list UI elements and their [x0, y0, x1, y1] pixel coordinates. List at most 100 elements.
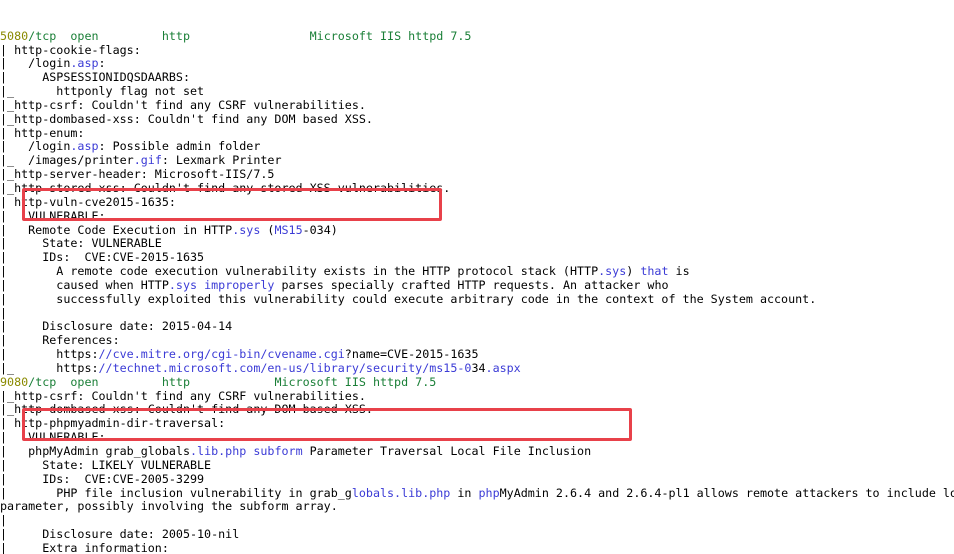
terminal-line: | ASPSESSIONIDQSDAARBS:	[0, 71, 954, 85]
terminal-line: |_ https://technet.microsoft.com/en-us/l…	[0, 362, 954, 376]
terminal-text-segment: | ASPSESSIONIDQSDAARBS:	[0, 71, 198, 85]
terminal-text-segment: 5080	[0, 29, 29, 43]
terminal-line: | http-vuln-cve2015-1635:	[0, 196, 954, 210]
terminal-text-segment: 9080	[0, 375, 29, 389]
terminal-text-segment: | http-cookie-flags:	[0, 43, 148, 57]
terminal-line: |_http-dombased-xss: Couldn't find any D…	[0, 113, 954, 127]
terminal-text-segment: //technet.microsoft.com/en-us/library/se…	[98, 361, 472, 375]
terminal-text-segment: Parameter Traversal Local File Inclusion	[302, 445, 592, 458]
terminal-text-segment: improperly	[204, 278, 275, 292]
terminal-text-segment: parameter, possibly involving the subfor…	[0, 500, 338, 514]
terminal-text-segment: |_http-csrf: Couldn't find any CSRF vuln…	[0, 389, 366, 403]
terminal-line: | successfully exploited this vulnerabil…	[0, 293, 954, 307]
terminal-text-segment: | phpMyAdmin grab_globals	[0, 445, 190, 458]
terminal-text-segment: |_http-server-header: Microsoft-IIS/7.5	[0, 168, 275, 182]
terminal-text-segment: |_http-stored-xss: Couldn't find any sto…	[0, 181, 451, 195]
terminal-text-segment: MyAdmin 2.6.4 and 2.6.4-pl1 allows remot…	[499, 486, 954, 500]
terminal-line: |	[0, 307, 954, 321]
terminal-text-segment: |_ /images/printer	[0, 154, 134, 168]
terminal-text-segment: | A remote code execution vulnerability …	[0, 265, 599, 279]
terminal-output[interactable]: 5080/tcp open http Microsoft IIS httpd 7…	[0, 0, 954, 554]
terminal-text-segment: .lib.php	[190, 445, 247, 458]
terminal-text-segment: | State: VULNERABLE	[0, 237, 162, 251]
terminal-text-segment: : Lexmark Printer	[161, 154, 282, 168]
terminal-line: | Disclosure date: 2005-10-nil	[0, 528, 954, 542]
terminal-line: | http-enum:	[0, 127, 954, 141]
terminal-line: | VULNERABLE:	[0, 431, 954, 445]
terminal-text-segment: | IDs: CVE:CVE-2015-1635	[0, 251, 205, 265]
terminal-text-segment: -034)	[302, 223, 338, 237]
terminal-line: | IDs: CVE:CVE-2005-3299	[0, 473, 954, 487]
terminal-line: | http-phpmyadmin-dir-traversal:	[0, 417, 954, 431]
terminal-line: | caused when HTTP.sys improperly parses…	[0, 279, 954, 293]
terminal-text-segment: | PHP file inclusion vulnerability in gr…	[0, 486, 352, 500]
terminal-line: | VULNERABLE:	[0, 210, 954, 224]
terminal-text-segment: 34	[471, 361, 486, 375]
terminal-text-segment: .asp	[70, 57, 99, 71]
terminal-text-segment: .asp	[70, 140, 99, 154]
terminal-line: |	[0, 514, 954, 528]
terminal-text-segment: /tcp open http	[28, 29, 310, 43]
terminal-text-segment: : Possible admin folder	[98, 140, 261, 154]
terminal-text-segment: | Disclosure date: 2005-10-nil	[0, 528, 240, 542]
terminal-text-segment: | References:	[0, 334, 120, 348]
terminal-text-segment: .sys	[232, 223, 261, 237]
terminal-text-segment: |_ httponly flag not set	[0, 85, 205, 99]
terminal-text-segment: |_http-csrf: Couldn't find any CSRF vuln…	[0, 98, 366, 112]
terminal-line: |_http-csrf: Couldn't find any CSRF vuln…	[0, 390, 954, 404]
terminal-text-segment: subform	[253, 445, 303, 458]
terminal-line: | State: VULNERABLE	[0, 237, 954, 251]
terminal-line: | References:	[0, 334, 954, 348]
terminal-text-segment: lobals.lib.php	[351, 486, 451, 500]
terminal-line: parameter, possibly involving the subfor…	[0, 500, 954, 514]
terminal-line: | IDs: CVE:CVE-2015-1635	[0, 251, 954, 265]
terminal-text-segment: ?name=CVE-2015-1635	[344, 348, 479, 362]
terminal-text-segment: //cve.mitre.org/cgi-bin/cvename.cgi	[98, 348, 345, 362]
terminal-text-segment: | Extra information:	[0, 541, 169, 554]
terminal-text-segment: | http-phpmyadmin-dir-traversal:	[0, 417, 233, 431]
terminal-text-segment: | caused when HTTP	[0, 278, 169, 292]
terminal-text-segment: | https:	[0, 348, 99, 362]
terminal-text-segment: | State: LIKELY VULNERABLE	[0, 458, 212, 472]
terminal-line: | Extra information:	[0, 542, 954, 554]
terminal-text-segment: (	[260, 223, 275, 237]
terminal-line: | /login.asp: Possible admin folder	[0, 140, 954, 154]
terminal-line: | State: LIKELY VULNERABLE	[0, 459, 954, 473]
terminal-line: | phpMyAdmin grab_globals.lib.php subfor…	[0, 445, 954, 459]
terminal-text-segment: | Remote Code Execution in HTTP	[0, 223, 233, 237]
terminal-text-segment: |_http-dombased-xss: Couldn't find any D…	[0, 112, 373, 126]
terminal-text-segment: |_http-dombased-xss: Couldn't find any D…	[0, 403, 373, 417]
terminal-text-segment: | IDs: CVE:CVE-2005-3299	[0, 472, 205, 486]
terminal-text-segment: )	[626, 265, 641, 279]
terminal-line: |_ /images/printer.gif: Lexmark Printer	[0, 154, 954, 168]
terminal-line: |_http-csrf: Couldn't find any CSRF vuln…	[0, 99, 954, 113]
terminal-text-segment: |	[0, 514, 8, 528]
terminal-line: |_ httponly flag not set	[0, 85, 954, 99]
terminal-line: |_http-stored-xss: Couldn't find any sto…	[0, 182, 954, 196]
terminal-text-segment: that	[640, 265, 669, 279]
terminal-text-segment: | /login	[0, 57, 71, 71]
terminal-line: | A remote code execution vulnerability …	[0, 265, 954, 279]
terminal-text-segment: |	[0, 306, 8, 320]
terminal-text-segment: | /login	[0, 140, 71, 154]
terminal-text-segment: php	[478, 486, 500, 500]
terminal-text-segment: | VULNERABLE:	[0, 209, 106, 223]
terminal-text-segment: | successfully exploited this vulnerabil…	[0, 292, 817, 306]
terminal-lines: 5080/tcp open http Microsoft IIS httpd 7…	[0, 30, 954, 554]
terminal-line: 5080/tcp open http Microsoft IIS httpd 7…	[0, 30, 954, 44]
terminal-text-segment: MS15	[274, 223, 303, 237]
terminal-text-segment: |_ https:	[0, 361, 99, 375]
terminal-text-segment: .gif	[133, 154, 162, 168]
terminal-text-segment: | http-enum:	[0, 126, 92, 140]
terminal-line: | https://cve.mitre.org/cgi-bin/cvename.…	[0, 348, 954, 362]
terminal-text-segment: .aspx	[485, 361, 521, 375]
terminal-text-segment: | VULNERABLE:	[0, 431, 106, 445]
terminal-text-segment: | http-vuln-cve2015-1635:	[0, 195, 183, 209]
terminal-text-segment: /tcp open http	[28, 375, 275, 389]
terminal-line: |_http-dombased-xss: Couldn't find any D…	[0, 403, 954, 417]
terminal-text-segment: parses specially crafted HTTP requests. …	[274, 278, 669, 292]
terminal-line: | PHP file inclusion vulnerability in gr…	[0, 487, 954, 501]
terminal-text-segment: Microsoft IIS httpd 7.5	[309, 29, 472, 43]
terminal-text-segment: .sys	[168, 278, 198, 292]
terminal-text-segment: in	[450, 486, 479, 500]
